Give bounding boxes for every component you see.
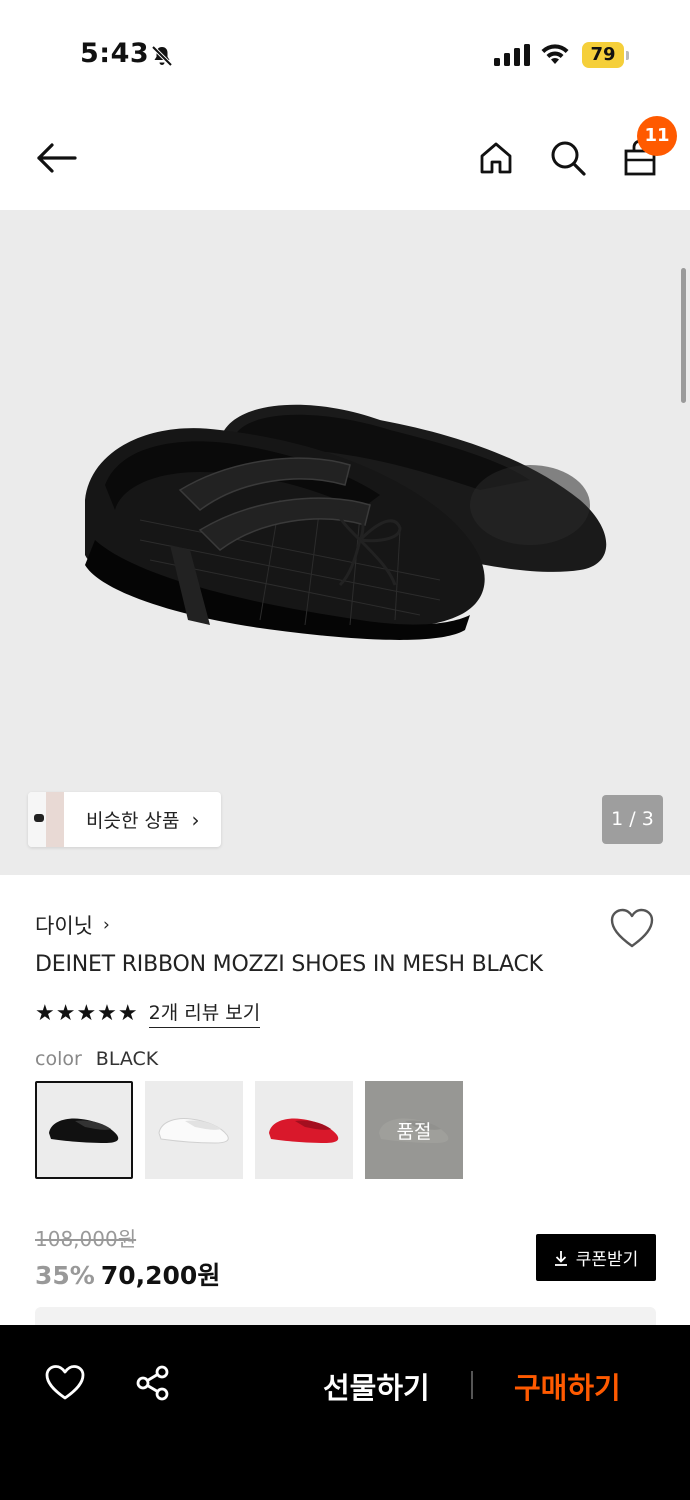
similar-product-thumbnail [28, 792, 64, 847]
heart-icon [45, 1365, 85, 1400]
share-button[interactable] [133, 1363, 173, 1403]
like-button[interactable] [44, 1363, 86, 1403]
swatch-red[interactable] [255, 1081, 353, 1179]
shoe-thumbnail [158, 1118, 229, 1144]
bell-off-icon [151, 45, 173, 67]
brand-link[interactable]: 다이닛 › [35, 910, 110, 940]
soldout-label: 품절 [396, 1120, 432, 1143]
buy-button[interactable]: 구매하기 [514, 1365, 621, 1407]
similar-products-label: 비슷한 상품 [86, 810, 180, 832]
color-value: BLACK [95, 1048, 159, 1070]
swatch-grey-soldout[interactable]: 품절 [365, 1081, 463, 1179]
shoe-thumbnail [49, 1118, 119, 1143]
signal-icon [494, 44, 530, 66]
download-icon [554, 1250, 567, 1266]
status-bar: 5:43 79 [0, 0, 690, 110]
search-button[interactable] [542, 132, 594, 184]
price-row: 35% 70,200원 [35, 1256, 220, 1292]
battery-cap [626, 51, 629, 60]
shoe-thumbnail [269, 1118, 339, 1143]
review-link[interactable]: 2개 리뷰 보기 [148, 998, 261, 1028]
original-price: 108,000원 [35, 1227, 137, 1251]
arrow-left-icon [37, 143, 77, 173]
product-image-carousel[interactable]: 비슷한 상품 › 1 / 3 [0, 210, 690, 875]
soldout-overlay: 품절 [365, 1081, 463, 1179]
search-icon [551, 141, 586, 176]
chevron-right-icon: › [102, 915, 110, 935]
wishlist-button[interactable] [608, 906, 656, 952]
coupon-button[interactable]: 쿠폰받기 [536, 1234, 656, 1281]
wifi-icon [541, 44, 569, 64]
home-icon [480, 142, 512, 174]
star-rating: ★★★★★ [35, 1000, 139, 1026]
heart-icon [610, 908, 654, 948]
rating-row: ★★★★★ 2개 리뷰 보기 [35, 998, 261, 1028]
back-button[interactable] [30, 132, 82, 184]
bottom-action-bar: 선물하기 구매하기 [0, 1325, 690, 1500]
product-title: DEINET RIBBON MOZZI SHOES IN MESH BLACK [35, 952, 543, 977]
share-icon [136, 1365, 169, 1401]
brand-name: 다이닛 [35, 914, 93, 938]
coupon-label: 쿠폰받기 [575, 1250, 639, 1270]
discount-rate: 35% [35, 1261, 95, 1290]
final-price: 70,200원 [100, 1261, 221, 1290]
chevron-right-icon: › [191, 807, 200, 832]
image-page-indicator: 1 / 3 [602, 795, 663, 844]
top-nav [0, 110, 690, 210]
status-time: 5:43 [80, 38, 150, 69]
divider [471, 1371, 473, 1399]
home-button[interactable] [470, 132, 522, 184]
scroll-indicator [681, 268, 686, 403]
color-row: color BLACK [35, 1048, 158, 1070]
battery-level: 79 [582, 42, 624, 68]
cart-count-badge: 11 [637, 116, 677, 156]
swatch-white[interactable] [145, 1081, 243, 1179]
battery-indicator: 79 [582, 42, 630, 70]
color-label: color [35, 1048, 82, 1070]
gift-button[interactable]: 선물하기 [323, 1365, 430, 1407]
product-image [85, 404, 607, 640]
similar-products-button[interactable]: 비슷한 상품 › [28, 792, 221, 847]
swatch-black[interactable] [35, 1081, 133, 1179]
color-swatches: 품절 [35, 1081, 475, 1179]
